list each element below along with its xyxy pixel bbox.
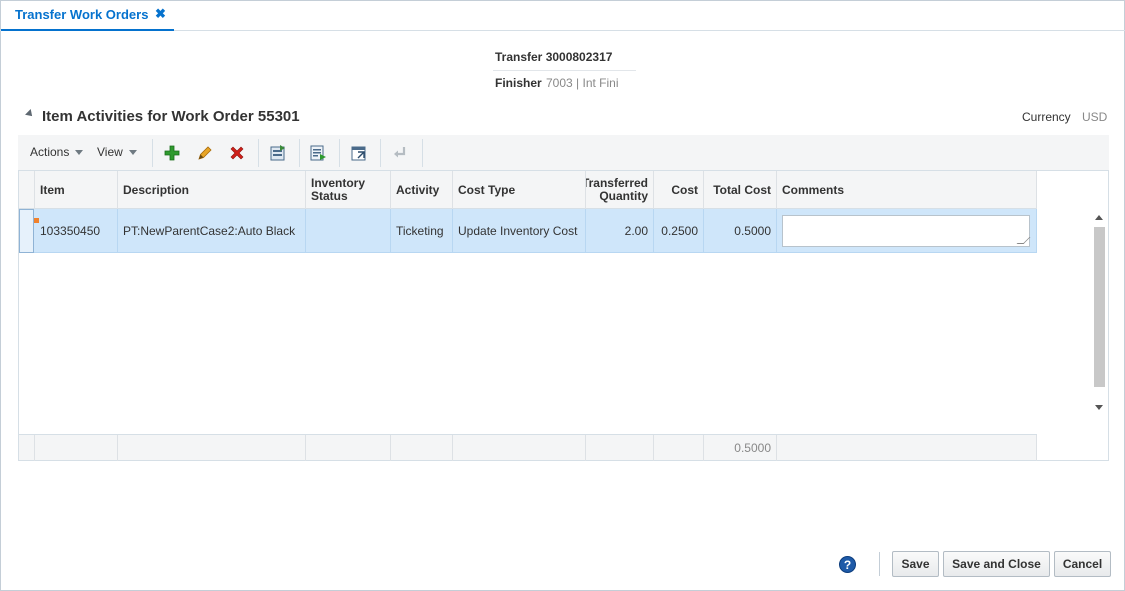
footer-cell bbox=[586, 435, 654, 461]
column-activity[interactable]: Activity bbox=[391, 171, 453, 209]
wrap-icon[interactable] bbox=[390, 143, 410, 163]
column-transferred-quantity[interactable]: Transferred Quantity bbox=[586, 171, 654, 209]
footer-cell bbox=[777, 435, 1037, 461]
currency-label: Currency bbox=[1022, 110, 1071, 124]
column-cost-type[interactable]: Cost Type bbox=[453, 171, 586, 209]
footer-cell bbox=[654, 435, 704, 461]
column-description[interactable]: Description bbox=[118, 171, 306, 209]
update-icon[interactable] bbox=[308, 143, 328, 163]
currency-value: USD bbox=[1082, 110, 1108, 124]
section-title: Item Activities for Work Order 55301 bbox=[42, 108, 300, 125]
footer-total-cost: 0.5000 bbox=[704, 435, 777, 461]
close-icon[interactable]: ✖ bbox=[155, 6, 166, 22]
scroll-down-icon[interactable] bbox=[1095, 405, 1103, 410]
toolbar-separator bbox=[258, 139, 259, 167]
cell-transferred-quantity: 2.00 bbox=[586, 209, 654, 253]
finisher-value: 7003 | Int Fini bbox=[546, 76, 619, 90]
toolbar-separator bbox=[380, 139, 381, 167]
table-toolbar: Actions View bbox=[18, 135, 1109, 171]
toolbar-separator bbox=[422, 139, 423, 167]
footer-cell bbox=[453, 435, 586, 461]
cell-total-cost: 0.5000 bbox=[704, 209, 777, 253]
delete-icon[interactable] bbox=[227, 143, 247, 163]
cell-description: PT:NewParentCase2:Auto Black bbox=[118, 209, 306, 253]
toolbar-separator bbox=[152, 139, 153, 167]
table-body-empty bbox=[19, 253, 1037, 434]
footer-cell bbox=[19, 435, 35, 461]
header-divider bbox=[493, 70, 636, 71]
actions-menu-label: Actions bbox=[30, 145, 70, 159]
column-comments[interactable]: Comments bbox=[777, 171, 1037, 209]
chevron-down-icon bbox=[128, 150, 137, 155]
button-separator bbox=[879, 552, 880, 576]
column-inventory-status[interactable]: Inventory Status bbox=[306, 171, 391, 209]
save-button[interactable]: Save bbox=[892, 551, 939, 577]
cancel-button[interactable]: Cancel bbox=[1054, 551, 1111, 577]
tab-transfer-work-orders[interactable]: Transfer Work Orders ✖ bbox=[1, 0, 174, 31]
save-and-close-button[interactable]: Save and Close bbox=[943, 551, 1050, 577]
table-footer: 0.5000 bbox=[19, 434, 1037, 461]
footer-cell bbox=[306, 435, 391, 461]
cell-comments bbox=[777, 209, 1037, 253]
row-selector[interactable] bbox=[19, 209, 34, 253]
vertical-scrollbar[interactable] bbox=[1092, 212, 1106, 416]
scrollbar-thumb[interactable] bbox=[1094, 227, 1105, 387]
finisher-label: Finisher bbox=[495, 76, 542, 90]
actions-menu[interactable]: Actions bbox=[30, 145, 84, 159]
toolbar-separator bbox=[299, 139, 300, 167]
help-icon[interactable]: ? bbox=[839, 556, 856, 573]
edit-icon[interactable] bbox=[195, 143, 215, 163]
footer-cell bbox=[391, 435, 453, 461]
chevron-down-icon bbox=[75, 150, 84, 155]
toolbar-separator bbox=[339, 139, 340, 167]
table-header: Item Description Inventory Status Activi… bbox=[19, 171, 1037, 209]
column-item[interactable]: Item bbox=[35, 171, 118, 209]
footer-cell bbox=[118, 435, 306, 461]
add-icon[interactable] bbox=[162, 143, 182, 163]
detach-icon[interactable] bbox=[349, 143, 369, 163]
cell-cost: 0.2500 bbox=[654, 209, 704, 253]
column-cost[interactable]: Cost bbox=[654, 171, 704, 209]
modified-indicator-icon bbox=[34, 218, 39, 223]
cell-cost-type: Update Inventory Cost bbox=[453, 209, 586, 253]
view-menu-label: View bbox=[97, 145, 123, 159]
column-total-cost[interactable]: Total Cost bbox=[704, 171, 777, 209]
comments-textarea[interactable] bbox=[782, 215, 1030, 247]
view-menu[interactable]: View bbox=[97, 145, 137, 159]
tab-strip: Transfer Work Orders ✖ bbox=[0, 0, 1125, 31]
tab-label: Transfer Work Orders bbox=[15, 7, 149, 22]
row-header-column bbox=[19, 171, 35, 209]
apply-icon[interactable] bbox=[268, 143, 288, 163]
cell-activity: Ticketing bbox=[391, 209, 453, 253]
cell-item: 103350450 bbox=[35, 209, 118, 253]
transfer-title: Transfer 3000802317 bbox=[495, 50, 613, 64]
table-row[interactable]: 103350450 PT:NewParentCase2:Auto Black T… bbox=[19, 209, 1037, 253]
cell-inventory-status bbox=[306, 209, 391, 253]
footer-cell bbox=[35, 435, 118, 461]
scroll-up-icon[interactable] bbox=[1095, 215, 1103, 220]
